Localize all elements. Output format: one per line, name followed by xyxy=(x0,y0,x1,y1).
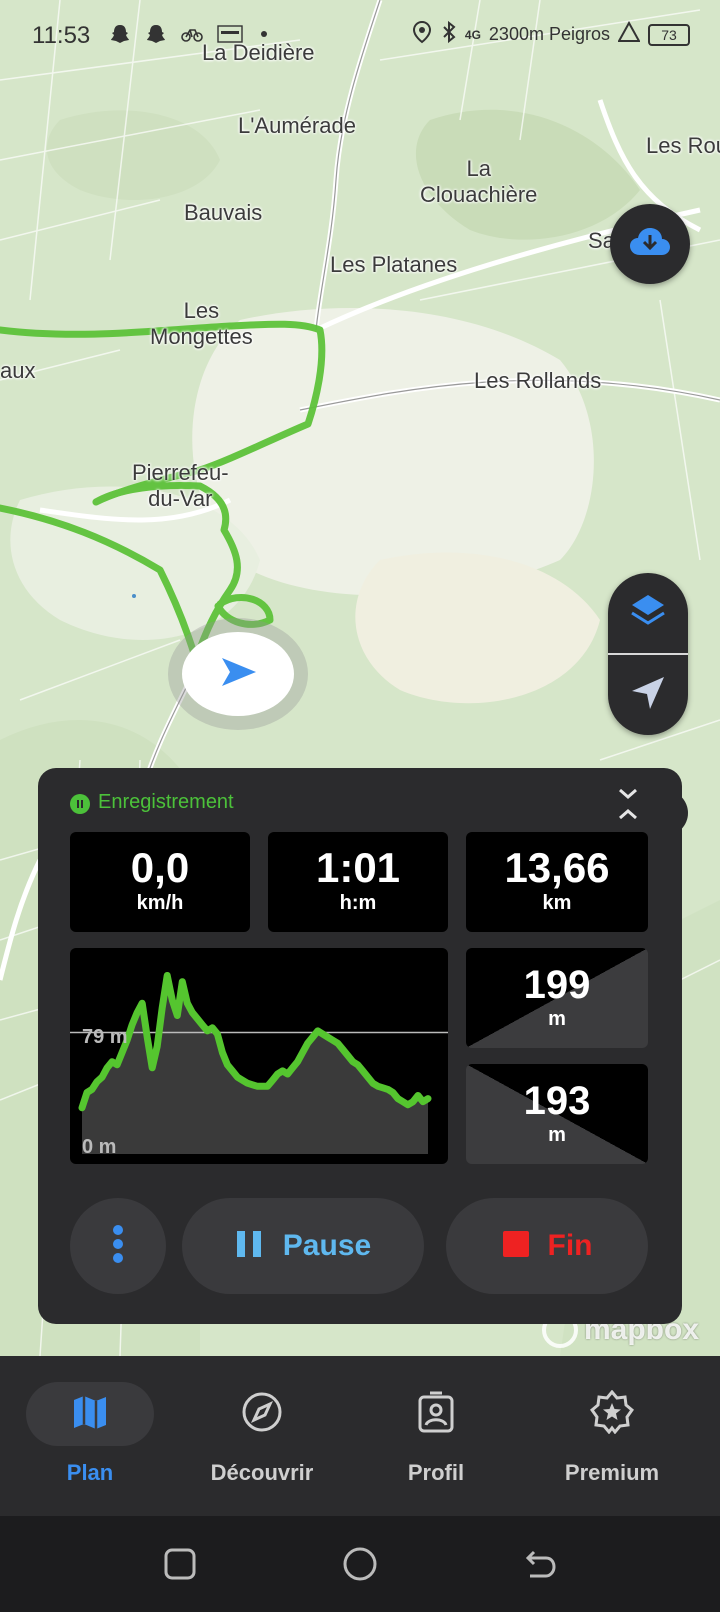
recording-status: Enregistrement xyxy=(98,791,234,813)
map-label-aux: aux xyxy=(0,358,36,383)
tab-discover[interactable]: Découvrir xyxy=(172,1382,352,1502)
end-button[interactable]: Fin xyxy=(446,1198,648,1294)
back-button[interactable] xyxy=(520,1544,560,1584)
tab-premium-icon-wrap xyxy=(548,1382,676,1446)
circle-icon xyxy=(340,1547,380,1588)
compass-icon xyxy=(241,1391,283,1438)
status-bar: 11:53 4G 2300m Peigros 73 xyxy=(0,0,720,70)
elevation-area xyxy=(82,975,428,1154)
map-icon xyxy=(70,1392,110,1437)
location-icon xyxy=(411,20,433,49)
duration-unit: h:m xyxy=(339,892,377,914)
map-label-l-aumerade: L'Aumérade xyxy=(238,113,356,138)
map-label-les-rou: Les Rou xyxy=(646,133,720,158)
layers-icon xyxy=(628,591,668,636)
status-right: 4G 2300m Peigros 73 xyxy=(411,20,690,49)
distance-unit: km xyxy=(542,892,572,914)
battery-indicator: 73 xyxy=(648,23,690,46)
chart-ref-label: 79 m xyxy=(82,1026,128,1048)
tab-plan-label: Plan xyxy=(66,1460,114,1485)
collapse-button[interactable] xyxy=(614,786,642,822)
pause-button[interactable]: Pause xyxy=(182,1198,424,1294)
ascent-stat: 199 m xyxy=(466,948,648,1048)
duration-value: 1:01 xyxy=(315,844,401,891)
status-time: 11:53 xyxy=(32,22,91,49)
elevation-chart-svg xyxy=(70,972,448,1154)
current-position-marker xyxy=(182,632,294,716)
map-label-les-rollands: Les Rollands xyxy=(474,368,602,393)
descent-unit: m xyxy=(548,1124,566,1146)
pause-label: Pause xyxy=(282,1229,372,1262)
ascent-value: 199 xyxy=(523,963,591,1007)
speed-unit: km/h xyxy=(136,892,184,914)
tab-plan[interactable]: Plan xyxy=(0,1382,180,1502)
distance-stat: 13,66 km xyxy=(466,832,648,932)
back-icon xyxy=(520,1550,560,1588)
recording-pause-icon xyxy=(70,794,90,814)
premium-badge-icon xyxy=(589,1389,635,1439)
download-map-button[interactable] xyxy=(610,204,690,284)
home-button[interactable] xyxy=(340,1544,380,1584)
end-label: Fin xyxy=(547,1229,593,1262)
position-arrow-icon xyxy=(216,654,260,695)
tab-discover-icon-wrap xyxy=(198,1382,326,1446)
system-navigation-bar xyxy=(0,1516,720,1612)
status-right-text: 2300m Peigros xyxy=(488,24,610,44)
locate-button[interactable] xyxy=(608,655,688,735)
bike-icon xyxy=(180,22,204,46)
square-icon xyxy=(160,1548,200,1588)
tab-discover-label: Découvrir xyxy=(210,1460,314,1485)
ascent-unit: m xyxy=(548,1008,566,1030)
speed-stat: 0,0 km/h xyxy=(70,832,250,932)
bluetooth-icon xyxy=(441,20,457,49)
map-label-les-platanes: Les Platanes xyxy=(330,252,458,277)
stop-icon xyxy=(502,1230,530,1263)
tab-plan-icon-wrap xyxy=(26,1382,154,1446)
duration-stat: 1:01 h:m xyxy=(268,832,448,932)
navigation-arrow-icon xyxy=(628,673,668,718)
tab-profile-icon-wrap xyxy=(372,1382,500,1446)
map-controls xyxy=(608,573,688,735)
map-label-pierrefeu-du-var: Pierrefeu- du-Var xyxy=(132,460,229,511)
descent-value: 193 xyxy=(523,1079,591,1123)
more-vertical-icon xyxy=(112,1224,124,1269)
notification-icons xyxy=(108,22,276,46)
elevation-chart: 79 m 0 m xyxy=(70,948,448,1164)
map-label-les-mongettes: Les Mongettes xyxy=(150,298,253,349)
snapchat-icon xyxy=(144,22,168,46)
recording-panel: Enregistrement 0,0 km/h 1:01 h:m 13,66 k… xyxy=(38,768,682,1324)
warning-icon xyxy=(617,20,641,48)
more-options-button[interactable] xyxy=(70,1198,166,1294)
pause-icon xyxy=(235,1229,263,1264)
tab-profile-label: Profil xyxy=(407,1460,465,1485)
snapchat-icon xyxy=(108,22,132,46)
temu-icon xyxy=(216,22,243,46)
tab-premium[interactable]: Premium xyxy=(522,1382,702,1502)
tab-premium-label: Premium xyxy=(564,1460,660,1485)
map-label-bauvais: Bauvais xyxy=(184,200,263,225)
dot-icon xyxy=(252,22,276,46)
collapse-icon xyxy=(614,788,642,826)
recent-apps-button[interactable] xyxy=(160,1544,200,1584)
distance-value: 13,66 xyxy=(504,844,610,891)
descent-stat: 193 m xyxy=(466,1064,648,1164)
layers-button[interactable] xyxy=(608,573,688,653)
profile-icon xyxy=(416,1391,456,1438)
cloud-download-icon xyxy=(628,225,672,264)
map-label-la-clouachiere: La Clouachière xyxy=(420,156,538,207)
speed-value: 0,0 xyxy=(130,844,190,891)
chart-zero-label: 0 m xyxy=(82,1136,117,1158)
bottom-navigation: Plan Découvrir Profil Premium xyxy=(0,1356,720,1516)
tab-profile[interactable]: Profil xyxy=(346,1382,526,1502)
network-type: 4G xyxy=(464,27,481,42)
